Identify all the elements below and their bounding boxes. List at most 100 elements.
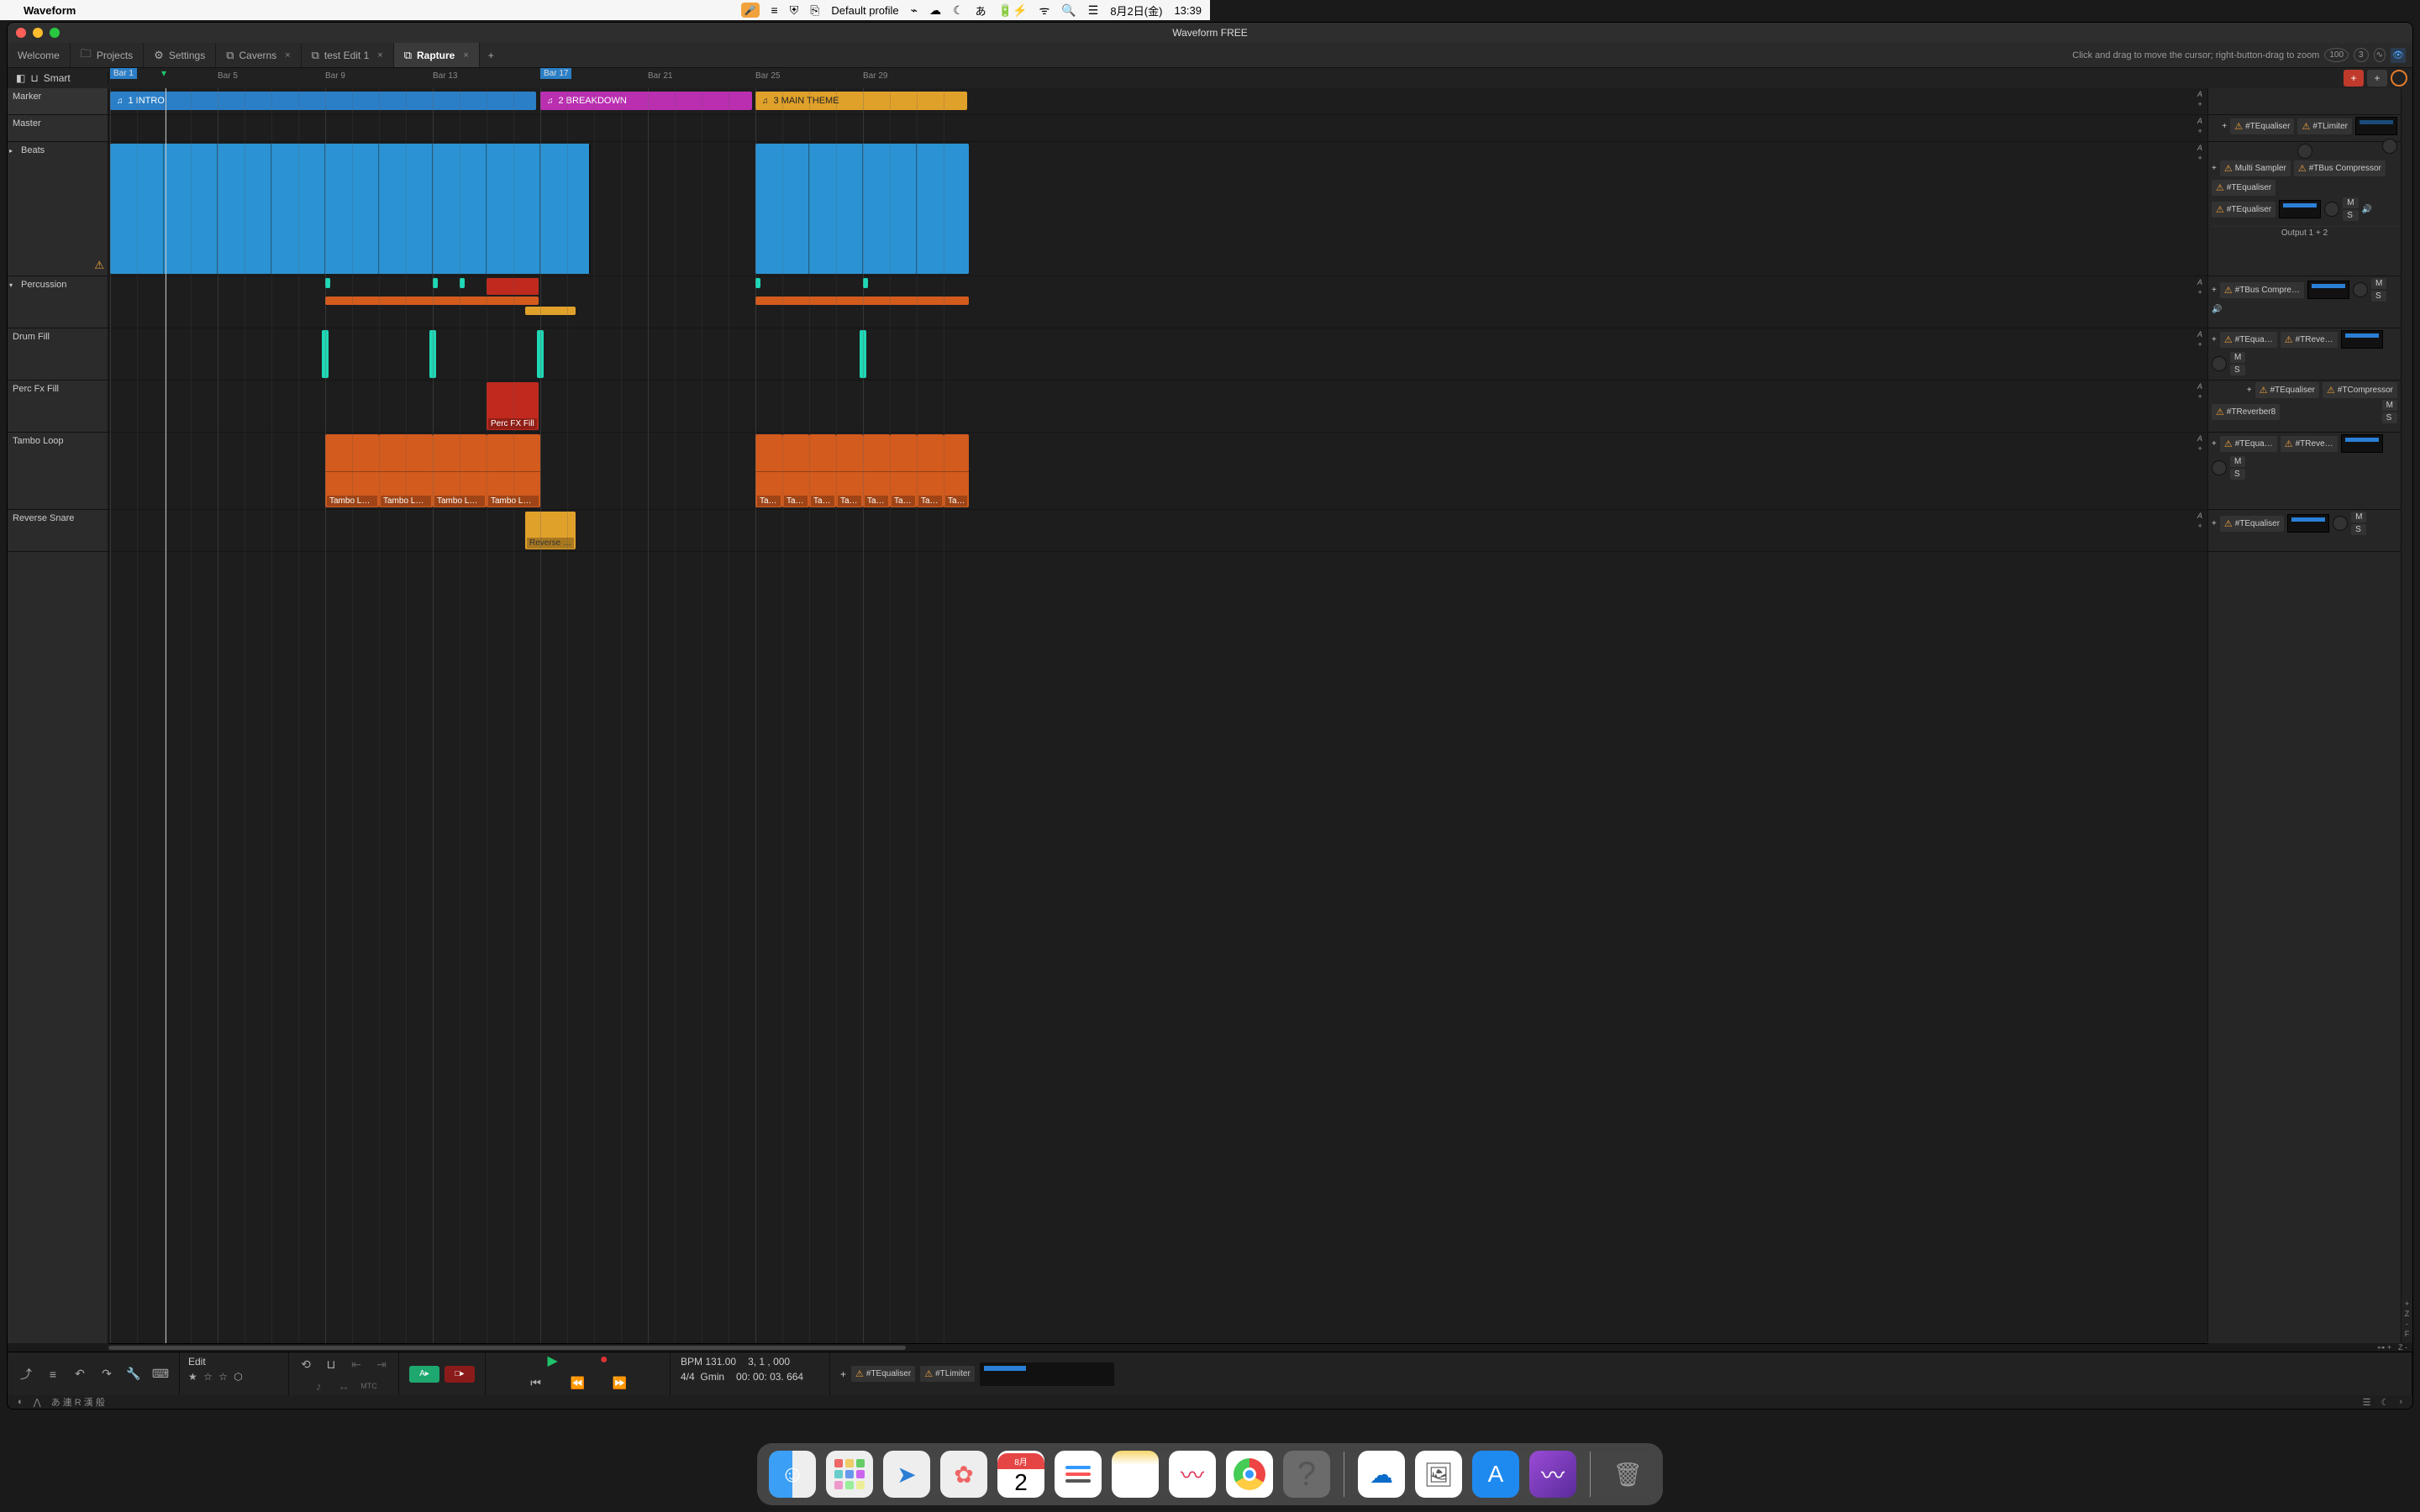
master-vu-meter[interactable] (980, 1362, 1114, 1386)
control-center-icon[interactable]: ☰ (1088, 3, 1099, 18)
dock-appstore-icon[interactable]: A (1472, 1451, 1519, 1498)
plus-icon[interactable]: + (2212, 439, 2217, 449)
dock-photos-icon[interactable]: ✿ (940, 1451, 987, 1498)
close-tab-icon[interactable]: × (285, 50, 290, 60)
dock-chrome-icon[interactable] (1226, 1451, 1273, 1498)
snap-icon[interactable]: ⊔ (323, 1356, 339, 1373)
mute-button[interactable]: M (2351, 512, 2366, 522)
panel-icon[interactable]: ◧ (16, 72, 25, 84)
timeline-ruler[interactable]: ▾ Bar 1Bar 5Bar 9Bar 13Bar 17Bar 21Bar 2… (108, 68, 2338, 88)
dock-calendar-icon[interactable]: 8月2 (997, 1451, 1044, 1498)
ime-icon[interactable]: あ (976, 3, 986, 18)
automation-icon[interactable]: A (2197, 117, 2202, 125)
perc-orange-1[interactable] (325, 297, 539, 305)
eye-icon[interactable]: 👁 (2391, 48, 2406, 63)
status-ime[interactable]: あ 連 R 漢 般 (51, 1395, 105, 1409)
dock-notes-icon[interactable] (1112, 1451, 1159, 1498)
tab-projects[interactable]: 🗀Projects (71, 43, 144, 67)
strip-reverse[interactable]: + ⚠#TEqualiser MS (2208, 510, 2401, 552)
plugin-teq[interactable]: ⚠#TEqua… (2220, 436, 2277, 452)
moon-icon[interactable]: ☾ (953, 3, 964, 18)
wifi-icon[interactable]: ᯤ (1039, 3, 1050, 18)
plugin-teq[interactable]: ⚠#TEqua… (2220, 332, 2277, 348)
window-traffic-lights[interactable] (16, 28, 60, 38)
mute-button[interactable]: M (2371, 278, 2386, 289)
status-chevron-icon[interactable]: › (2399, 1397, 2402, 1407)
hzoom-label2[interactable]: Z - (2398, 1343, 2407, 1352)
tab-test-edit[interactable]: ⧉test Edit 1× (302, 43, 394, 67)
timeline-scrollbar[interactable] (108, 1343, 2207, 1352)
strip-beats[interactable]: + ⚠Multi Sampler ⚠#TBus Compressor ⚠#TEq… (2208, 142, 2401, 276)
tab-rapture[interactable]: ⧉Rapture× (394, 43, 480, 67)
add-tab-button[interactable]: + (480, 43, 502, 67)
chevron-right-icon[interactable]: ▸ (9, 147, 13, 155)
mic-indicator-icon[interactable]: 🎤 (741, 3, 760, 18)
speaker-icon[interactable]: 🔊 (2362, 205, 2372, 214)
plugin-buscomp[interactable]: ⚠#TBus Compre… (2220, 282, 2304, 298)
clip-tambo-s[interactable]: Ta… (809, 434, 836, 507)
solo-button[interactable]: S (2371, 291, 2386, 302)
menu-extra2-icon[interactable]: ⌁ (911, 3, 918, 18)
vu-meter[interactable] (2355, 117, 2397, 135)
mute-button[interactable]: M (2230, 456, 2245, 467)
smart-tool-label[interactable]: Smart (44, 72, 71, 84)
keyboard-icon[interactable]: ⌨ (152, 1366, 169, 1383)
marker-breakdown[interactable]: ♫2 BREAKDOWN (540, 92, 752, 110)
vu-meter[interactable] (2307, 281, 2349, 299)
target-icon[interactable] (2391, 70, 2407, 87)
clip-percfx[interactable]: Perc FX Fill (487, 382, 539, 430)
lane-percfx[interactable]: Perc FX Fill A+ (108, 381, 2207, 433)
zoom-plus[interactable]: + (2405, 1299, 2409, 1308)
master-plugin-tlim[interactable]: ⚠#TLimiter (920, 1366, 975, 1382)
pan-knob[interactable] (2212, 356, 2227, 371)
strip-drumfill[interactable]: + ⚠#TEqua… ⚠#TReve… MS (2208, 328, 2401, 381)
lane-drumfill[interactable]: A+ (108, 328, 2207, 381)
plus-icon[interactable]: + (2197, 127, 2202, 135)
marker-maintheme[interactable]: ♫3 MAIN THEME (755, 92, 967, 110)
cloud-icon[interactable]: ☁ (929, 3, 941, 18)
undo-icon[interactable]: ↶ (71, 1366, 88, 1383)
tab-settings[interactable]: ⚙Settings (144, 43, 216, 67)
close-tab-icon[interactable]: × (377, 50, 382, 60)
edit-pane[interactable]: Edit ★ ☆ ☆ ⬡ (180, 1352, 289, 1395)
perc-orange-2[interactable] (755, 297, 969, 305)
dock[interactable]: ☺ ➤ ✿ 8月2 〰 ? ☁ 🖼 A 〰 🗑 (757, 1443, 1663, 1505)
automation-icon[interactable]: A (2197, 434, 2202, 443)
forward-icon[interactable]: ⏩ (612, 1374, 629, 1391)
strip-master[interactable]: + ⚠#TEqualiser ⚠#TLimiter (2208, 115, 2401, 142)
plugin-buscomp[interactable]: ⚠#TBus Compressor (2294, 160, 2386, 176)
scroll-icon[interactable]: ↔ (335, 1378, 352, 1394)
midi-indicator-icon[interactable]: ∿ (2374, 48, 2386, 62)
solo-button[interactable]: S (2382, 412, 2397, 423)
mute-button[interactable]: M (2230, 352, 2245, 363)
automation-icon[interactable]: A (2197, 512, 2202, 520)
profile-label[interactable]: Default profile (831, 4, 898, 17)
mtc-label[interactable]: MTC (360, 1378, 377, 1394)
plugin-tequaliser[interactable]: ⚠#TEqualiser (2212, 202, 2275, 218)
play-button[interactable]: ▶ (548, 1352, 558, 1369)
clip-tambo-s[interactable]: Ta… (836, 434, 863, 507)
automation-icon[interactable]: A (2197, 382, 2202, 391)
status-list-icon[interactable]: ☰ (2363, 1397, 2371, 1408)
pan-knob[interactable] (2324, 202, 2339, 217)
solo-button[interactable]: S (2343, 210, 2358, 221)
close-tab-icon[interactable]: × (463, 50, 468, 60)
perc-yellow[interactable] (525, 307, 576, 315)
track-header-reverse[interactable]: Reverse Snare (8, 510, 108, 552)
menu-extra-icon[interactable]: ≡ (771, 3, 778, 17)
plus-icon[interactable]: + (2197, 522, 2202, 530)
vu-meter[interactable] (2341, 330, 2383, 349)
plus-icon[interactable]: + (2197, 288, 2202, 297)
zoom-z[interactable]: Z (2405, 1310, 2410, 1318)
zoom-fit[interactable]: F (2405, 1330, 2410, 1338)
track-header-percussion[interactable]: ▾Percussion (8, 276, 108, 328)
mute-button[interactable]: M (2343, 197, 2358, 208)
pan-knob[interactable] (2353, 282, 2368, 297)
plus-icon[interactable]: + (2212, 164, 2217, 173)
perc-red[interactable] (487, 278, 539, 295)
plus-icon[interactable]: + (2222, 122, 2227, 131)
maximize-icon[interactable] (50, 28, 60, 38)
plus-icon[interactable]: + (2197, 100, 2202, 108)
status-moon-icon[interactable]: ☾ (2381, 1397, 2389, 1408)
zoom-minus[interactable]: - (2406, 1320, 2408, 1328)
